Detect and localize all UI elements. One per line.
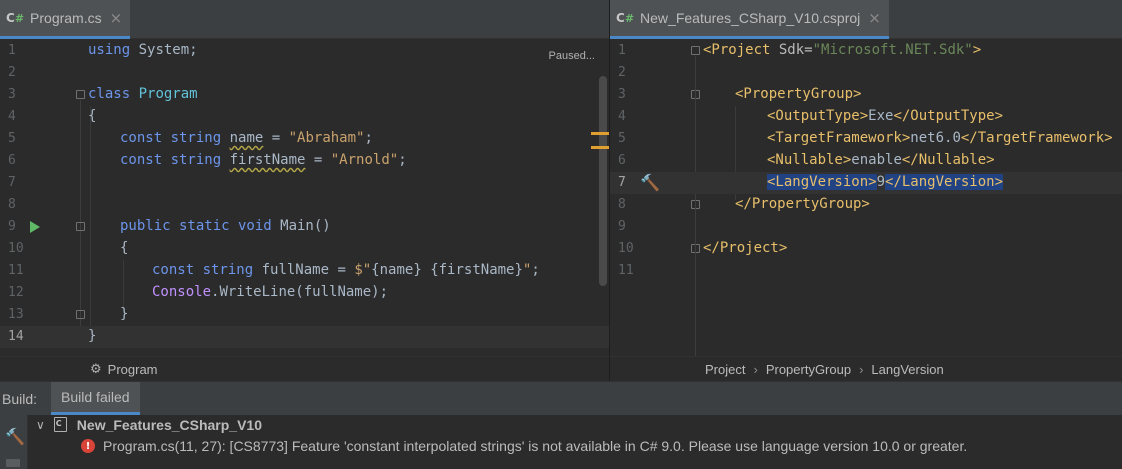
code-line: 8 </PropertyGroup> (618, 196, 870, 212)
breadcrumb-separator: › (753, 361, 758, 377)
code-line: 11 const string fullName = $"{name} {fir… (8, 262, 540, 278)
current-code-line: 14 } (0, 326, 609, 348)
code-line: 2 (0, 62, 609, 84)
run-icon[interactable] (30, 221, 40, 233)
line-number: 13 (8, 307, 24, 322)
code-line: 3 <PropertyGroup> (618, 86, 862, 102)
tab-build-failed[interactable]: Build failed (51, 382, 140, 415)
breadcrumb-item-propertygroup[interactable]: PropertyGroup (766, 362, 851, 377)
build-panel-title: Build: (2, 390, 38, 407)
code-line: 8 (0, 194, 609, 216)
line-number: 10 (618, 241, 634, 256)
line-number: 4 (8, 109, 16, 124)
line-number: 4 (618, 109, 626, 124)
class-structure-icon: ⚙ (90, 361, 102, 377)
error-icon: ! (81, 439, 95, 453)
code-line: 4 { (8, 108, 97, 124)
code-line: 4 <OutputType>Exe</OutputType> (618, 108, 1004, 124)
line-number: 10 (8, 241, 24, 256)
hammer-icon[interactable]: 🔨 (640, 173, 660, 192)
code-line: 3 class Program (8, 86, 198, 102)
build-toolbar: 🔨 (0, 415, 28, 469)
line-number: 1 (8, 43, 16, 58)
program-cs-editor-pane: C # Program.cs × Paused... 1 using System… (0, 0, 609, 381)
breadcrumb-item-langversion[interactable]: LangVersion (871, 362, 943, 377)
line-number: 2 (618, 65, 626, 80)
chevron-down-icon[interactable]: ∨ (36, 418, 45, 432)
current-code-line: 7 🔨 <LangVersion>9</LangVersion> (610, 172, 1122, 194)
line-number: 7 (8, 175, 16, 190)
code-line: 5 <TargetFramework>net6.0</TargetFramewo… (618, 130, 1113, 146)
code-line: 6 <Nullable>enable</Nullable> (618, 152, 995, 168)
build-output: 🔨 ∨ C New_Features_CSharp_V10 ! Program.… (0, 415, 1122, 469)
code-line: 7 (0, 172, 609, 194)
code-line: 5 const string name = "Abraham"; (8, 130, 373, 146)
csharp-project-icon: C (53, 417, 71, 433)
close-icon[interactable]: × (868, 9, 881, 27)
tab-csproj[interactable]: C # New_Features_CSharp_V10.csproj × (610, 0, 889, 39)
code-line: 2 (610, 62, 1122, 84)
breadcrumb-separator: › (859, 361, 864, 377)
line-number: 1 (618, 43, 626, 58)
line-number: 2 (8, 65, 16, 80)
breadcrumb: Project › PropertyGroup › LangVersion (610, 356, 1122, 381)
code-line: 11 (610, 260, 1122, 282)
code-line: 12 Console.WriteLine(fullName); (8, 284, 389, 300)
line-number: 5 (618, 131, 626, 146)
line-number: 6 (618, 153, 626, 168)
tab-label: Program.cs (30, 10, 102, 26)
line-number: 11 (618, 263, 634, 278)
line-number: 9 (618, 219, 626, 234)
csharp-file-icon: C # (6, 11, 25, 25)
line-number: 5 (8, 131, 16, 146)
tree-node-error[interactable]: ! Program.cs(11, 27): [CS8773] Feature '… (81, 438, 967, 454)
csharp-project-icon: C # (616, 11, 635, 25)
breadcrumb-item-program[interactable]: Program (108, 362, 158, 377)
tree-node-project[interactable]: ∨ C New_Features_CSharp_V10 (36, 417, 262, 433)
tab-label: New_Features_CSharp_V10.csproj (640, 10, 861, 26)
line-number: 8 (618, 197, 626, 212)
code-line: 1 <Project Sdk="Microsoft.NET.Sdk"> (618, 42, 982, 58)
line-number: 6 (8, 153, 16, 168)
line-number: 8 (8, 197, 16, 212)
code-line: 10 </Project> (618, 240, 788, 256)
code-line: 13 } (8, 306, 129, 322)
build-hammer-icon[interactable]: 🔨 (5, 427, 25, 446)
breadcrumb: ⚙ Program (0, 356, 609, 381)
code-line: 1 using System; (8, 42, 198, 58)
project-name: New_Features_CSharp_V10 (76, 417, 262, 433)
code-line: 10 { (8, 240, 129, 256)
tab-program-cs[interactable]: C # Program.cs × (0, 0, 131, 39)
code-line: 6 const string firstName = "Arnold"; (8, 152, 407, 168)
code-line: 9 (610, 216, 1122, 238)
error-message: Program.cs(11, 27): [CS8773] Feature 'co… (103, 438, 968, 454)
right-tab-bar: C # New_Features_CSharp_V10.csproj × (610, 0, 1122, 39)
left-tab-bar: C # Program.cs × (0, 0, 609, 39)
breadcrumb-item-project[interactable]: Project (705, 362, 745, 377)
csproj-editor-pane: C # New_Features_CSharp_V10.csproj × 1 <P… (610, 0, 1122, 381)
build-tool-window: Build: Build failed 🔨 ∨ C New_Features_C… (0, 381, 1122, 469)
build-panel-header: Build: Build failed (0, 382, 1122, 415)
close-icon[interactable]: × (110, 9, 123, 27)
toolbar-button[interactable] (6, 459, 20, 467)
line-number: 12 (8, 285, 24, 300)
line-number: 11 (8, 263, 24, 278)
line-number: 14 (8, 329, 24, 344)
line-number: 3 (8, 87, 16, 102)
code-line: 9 public static void Main() (8, 218, 331, 234)
line-number: 3 (618, 87, 626, 102)
